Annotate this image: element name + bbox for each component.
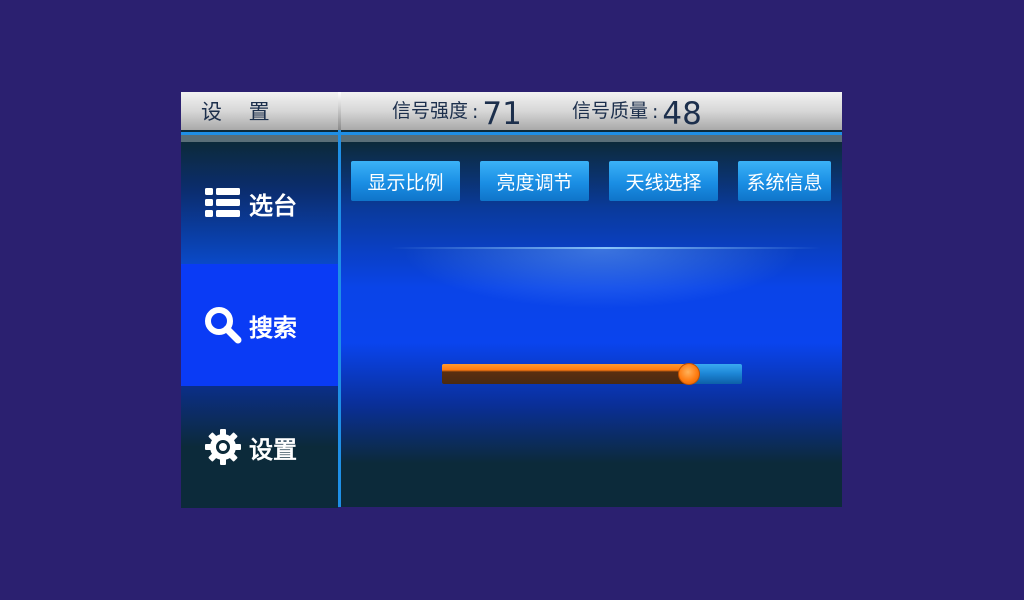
gear-icon [205,429,241,465]
content-separator [391,247,821,249]
brightness-slider[interactable] [442,363,742,385]
list-icon [205,188,240,217]
tab-display-ratio[interactable]: 显示比例 [351,161,460,201]
signal-strength: 信号强度 : 71 [392,92,522,130]
signal-strength-label: 信号强度 [392,100,469,122]
sidebar-item-label: 搜索 [249,313,297,342]
header-shadow-line [181,135,842,142]
tab-antenna[interactable]: 天线选择 [609,161,718,201]
title-bar: 设 置 [181,92,338,130]
signal-quality-colon: : [652,101,659,123]
signal-strength-colon: : [472,101,479,123]
slider-thumb[interactable] [678,363,700,385]
slider-fill [442,364,688,384]
sidebar-item-label: 设置 [249,435,297,464]
signal-quality-value: 48 [662,96,702,132]
sidebar: 选台 搜索 设置 [181,142,338,508]
settings-window: 设 置 信号强度 : 71 信号质量 : 48 选台 搜索 设置 显示比例 亮度… [181,92,842,508]
sidebar-item-label: 选台 [249,191,297,220]
search-icon [205,307,242,344]
sidebar-item-settings[interactable]: 设置 [181,386,338,508]
tab-brightness[interactable]: 亮度调节 [480,161,589,201]
sidebar-item-search[interactable]: 搜索 [181,264,338,386]
signal-quality-label: 信号质量 [572,100,649,122]
settings-content: 显示比例 亮度调节 天线选择 系统信息 [341,142,842,507]
content-glow [401,249,801,309]
signal-strength-value: 71 [482,96,522,132]
signal-quality: 信号质量 : 48 [572,92,702,130]
sidebar-item-channel-select[interactable]: 选台 [181,142,338,264]
page-title: 设 置 [201,100,280,124]
tab-system-info[interactable]: 系统信息 [738,161,831,201]
signal-status-bar: 信号强度 : 71 信号质量 : 48 [341,92,842,130]
